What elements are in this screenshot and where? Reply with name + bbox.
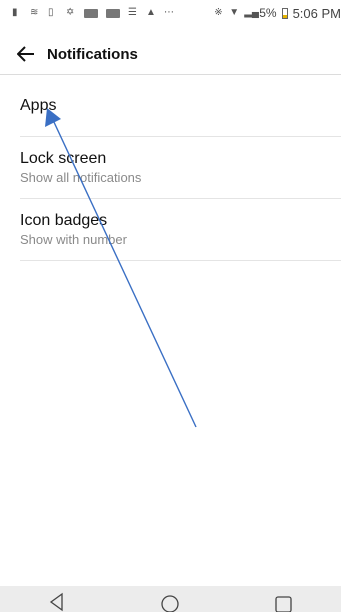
wifi-icon: ▼: [229, 7, 240, 18]
divider: [20, 260, 341, 261]
nav-recents-button[interactable]: [264, 586, 304, 612]
divider: [20, 136, 341, 137]
page-title: Notifications: [47, 45, 138, 63]
screen: ▮ ≋ ▯ ✡ ☰ ▲ ⋯ ※ ▼ ▂▄ 5% 5:06 PM Notifica…: [0, 0, 341, 612]
pinwheel-icon: ✡: [66, 7, 75, 18]
setting-apps-title: Apps: [20, 97, 57, 114]
email-icon-2: [106, 8, 120, 18]
nav-home-button[interactable]: [150, 586, 190, 612]
arrow-left-icon: [17, 46, 34, 62]
back-triangle-icon: [49, 592, 63, 612]
battery-icon: [281, 7, 288, 19]
app-bar: Notifications: [0, 34, 341, 75]
signal-icon: ▂▄: [244, 7, 260, 18]
system-status: ※ ▼ ▂▄ 5% 5:06 PM: [214, 0, 341, 26]
alert-notification-icon: ▮: [12, 7, 18, 18]
more-dots-icon: ⋯: [164, 7, 174, 18]
setting-icon-badges[interactable]: Icon badges Show with number: [0, 211, 341, 257]
bluetooth-icon: ※: [214, 7, 223, 18]
status-bar: ▮ ≋ ▯ ✡ ☰ ▲ ⋯ ※ ▼ ▂▄ 5% 5:06 PM: [0, 0, 341, 26]
warning-icon: ▲: [146, 7, 156, 18]
battery-percent: 5%: [259, 6, 277, 20]
setting-lock-screen[interactable]: Lock screen Show all notifications: [0, 149, 341, 195]
setting-icon-badges-title: Icon badges: [20, 212, 108, 229]
nav-back-button[interactable]: [37, 586, 77, 612]
clock: 5:06 PM: [292, 5, 341, 21]
navigation-bar: [0, 586, 341, 612]
setting-icon-badges-subtitle: Show with number: [20, 232, 127, 247]
recents-square-icon: [275, 596, 292, 612]
setting-apps[interactable]: Apps: [0, 96, 341, 134]
annotation-arrow: [45, 108, 197, 428]
notification-icons: ▮ ≋ ▯ ✡ ☰ ▲ ⋯: [0, 8, 174, 18]
message-icon: ☰: [128, 7, 137, 18]
wifi-alert-icon: ≋: [30, 7, 39, 18]
back-button[interactable]: [15, 43, 37, 65]
home-circle-icon: [161, 595, 180, 612]
divider: [20, 198, 341, 199]
setting-lock-screen-title: Lock screen: [20, 150, 107, 167]
setting-lock-screen-subtitle: Show all notifications: [20, 170, 142, 185]
email-icon: [84, 8, 98, 18]
sim-icon: ▯: [48, 7, 54, 18]
